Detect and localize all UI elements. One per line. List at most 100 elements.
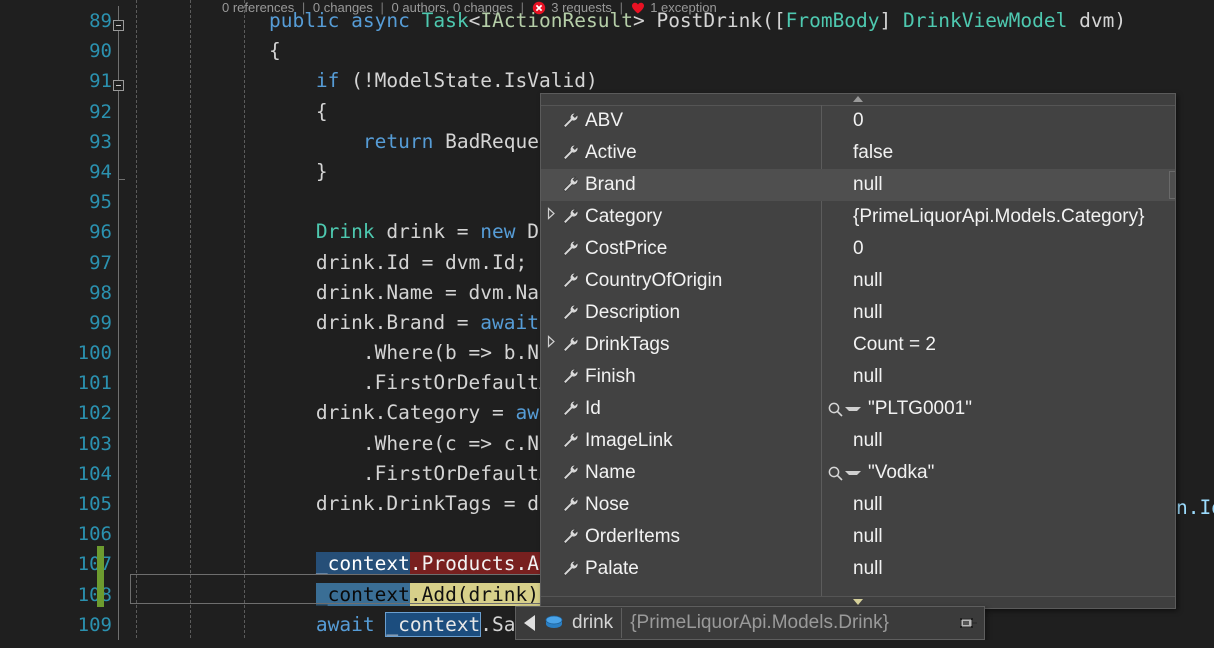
code-token: PostDrink: [656, 9, 763, 32]
code-token: public: [268, 9, 340, 32]
code-token: .Where(c => c.Na: [222, 431, 551, 455]
code-token: drink =: [374, 220, 481, 244]
datatip-property-name: ImageLink: [585, 430, 673, 451]
code-line[interactable]: {: [0, 36, 1214, 66]
datatip-row[interactable]: Name "Vodka": [541, 457, 1175, 489]
datatip-row-list[interactable]: ABV 0 Active false Brand null Category {Prim…: [541, 105, 1175, 597]
datatip-row[interactable]: OrderItems null: [541, 521, 1175, 553]
datatip-row[interactable]: CountryOfOrigin null: [541, 265, 1175, 297]
property-wrench-icon: [561, 271, 585, 291]
code-token: _context: [315, 552, 410, 576]
editor-bottom-strip: [0, 640, 1214, 648]
code-token: .FirstOrDefaultA: [222, 461, 551, 485]
datatip-property-value[interactable]: {PrimeLiquorApi.Models.Category}: [823, 206, 1145, 228]
datatip-property-name: Finish: [585, 366, 636, 387]
code-token: D: [515, 220, 540, 244]
property-wrench-icon: [561, 559, 585, 579]
string-visualizer-magnifier-icon[interactable]: [827, 465, 844, 482]
datatip-property-value[interactable]: false: [823, 142, 893, 164]
expression-type: {PrimeLiquorApi.Models.Drink}: [630, 612, 889, 633]
code-fragment-right: n.Id: [1176, 496, 1214, 519]
datatip-row[interactable]: Finish null: [541, 361, 1175, 393]
datatip-row[interactable]: Nose null: [541, 489, 1175, 521]
datatip-property-name: OrderItems: [585, 526, 681, 547]
code-token: Task: [421, 9, 469, 32]
code-token: return: [362, 129, 434, 153]
code-token: await: [480, 310, 539, 334]
datatip-value-text: Count = 2: [853, 334, 936, 355]
current-statement-box: [130, 574, 550, 604]
debugger-datatip[interactable]: ABV 0 Active false Brand null Category {Prim…: [540, 93, 1176, 609]
code-token: dvm): [1067, 9, 1127, 32]
code-token: drink.Brand =: [222, 310, 481, 334]
datatip-property-name: Category: [585, 206, 663, 227]
code-token: IActionResult: [480, 9, 633, 32]
datatip-row[interactable]: Description null: [541, 297, 1175, 329]
datatip-property-name: DrinkTags: [585, 334, 670, 355]
code-token: drink.Id = dvm.Id;: [222, 250, 528, 274]
code-token: async: [351, 9, 410, 32]
datatip-value-text: null: [853, 174, 883, 195]
datatip-property-value[interactable]: null: [823, 494, 883, 516]
datatip-row[interactable]: Active false: [541, 137, 1175, 169]
datatip-row[interactable]: ABV 0: [541, 105, 1175, 137]
string-visualizer-magnifier-icon[interactable]: [827, 401, 844, 418]
datatip-property-value[interactable]: null: [823, 174, 883, 196]
datatip-property-value[interactable]: 0: [823, 238, 864, 260]
property-wrench-icon: [561, 495, 585, 515]
datatip-row[interactable]: Palate null: [541, 553, 1175, 585]
datatip-value-text: false: [853, 142, 894, 163]
datatip-property-value[interactable]: "PLTG0001": [823, 398, 972, 420]
property-wrench-icon: [561, 367, 585, 387]
pin-to-source-icon[interactable]: [1169, 171, 1175, 199]
datatip-value-text: null: [853, 558, 883, 579]
datatip-property-value[interactable]: null: [823, 558, 883, 580]
datatip-property-value[interactable]: "Vodka": [823, 462, 934, 484]
datatip-property-value[interactable]: null: [823, 430, 883, 452]
expand-chevron-icon[interactable]: [541, 329, 561, 361]
datatip-value-text: null: [853, 526, 883, 547]
code-token: drink.DrinkTags = dv: [222, 492, 551, 515]
datatip-row[interactable]: Category {PrimeLiquorApi.Models.Category}: [541, 201, 1175, 233]
collapse-left-triangle-icon[interactable]: [516, 607, 542, 639]
code-token: FromBody: [785, 9, 880, 32]
datatip-property-value[interactable]: null: [823, 366, 883, 388]
datatip-property-value[interactable]: null: [823, 270, 883, 292]
datatip-row[interactable]: ImageLink null: [541, 425, 1175, 457]
visualizer-chevron-down-icon[interactable]: [845, 471, 861, 475]
datatip-property-name: Active: [585, 142, 637, 163]
datatip-property-value[interactable]: Count = 2: [823, 334, 936, 356]
expression-name: drink: [570, 608, 623, 638]
datatip-property-value[interactable]: null: [823, 302, 883, 324]
property-wrench-icon: [561, 207, 585, 227]
datatip-property-name: Brand: [585, 174, 636, 195]
datatip-property-value[interactable]: null: [823, 526, 883, 548]
code-token: <: [468, 9, 481, 32]
datatip-property-name: Nose: [585, 494, 630, 515]
pin-to-source-icon[interactable]: [958, 615, 984, 631]
property-wrench-icon: [561, 143, 585, 163]
datatip-property-value[interactable]: 0: [823, 110, 864, 132]
code-token: DrinkViewModel: [903, 9, 1068, 32]
visualizer-chevron-down-icon[interactable]: [845, 407, 861, 411]
code-token: drink.Category =: [222, 401, 516, 425]
code-token: _context: [385, 611, 482, 637]
expand-chevron-icon[interactable]: [541, 201, 561, 233]
datatip-value-text: null: [853, 270, 883, 291]
datatip-row[interactable]: Id "PLTG0001": [541, 393, 1175, 425]
datatip-property-name: CountryOfOrigin: [585, 270, 723, 291]
code-token: .Sa: [480, 612, 516, 636]
datatip-row[interactable]: CostPrice 0: [541, 233, 1175, 265]
property-wrench-icon: [561, 431, 585, 451]
code-line[interactable]: public async Task<IActionResult> PostDri…: [0, 6, 1214, 36]
datatip-expression-bar[interactable]: drink {PrimeLiquorApi.Models.Drink}: [515, 606, 985, 640]
datatip-row[interactable]: DrinkTags Count = 2: [541, 329, 1175, 361]
datatip-value-text: null: [853, 494, 883, 515]
code-token: {: [222, 99, 328, 123]
datatip-row[interactable]: Brand null: [541, 169, 1175, 201]
